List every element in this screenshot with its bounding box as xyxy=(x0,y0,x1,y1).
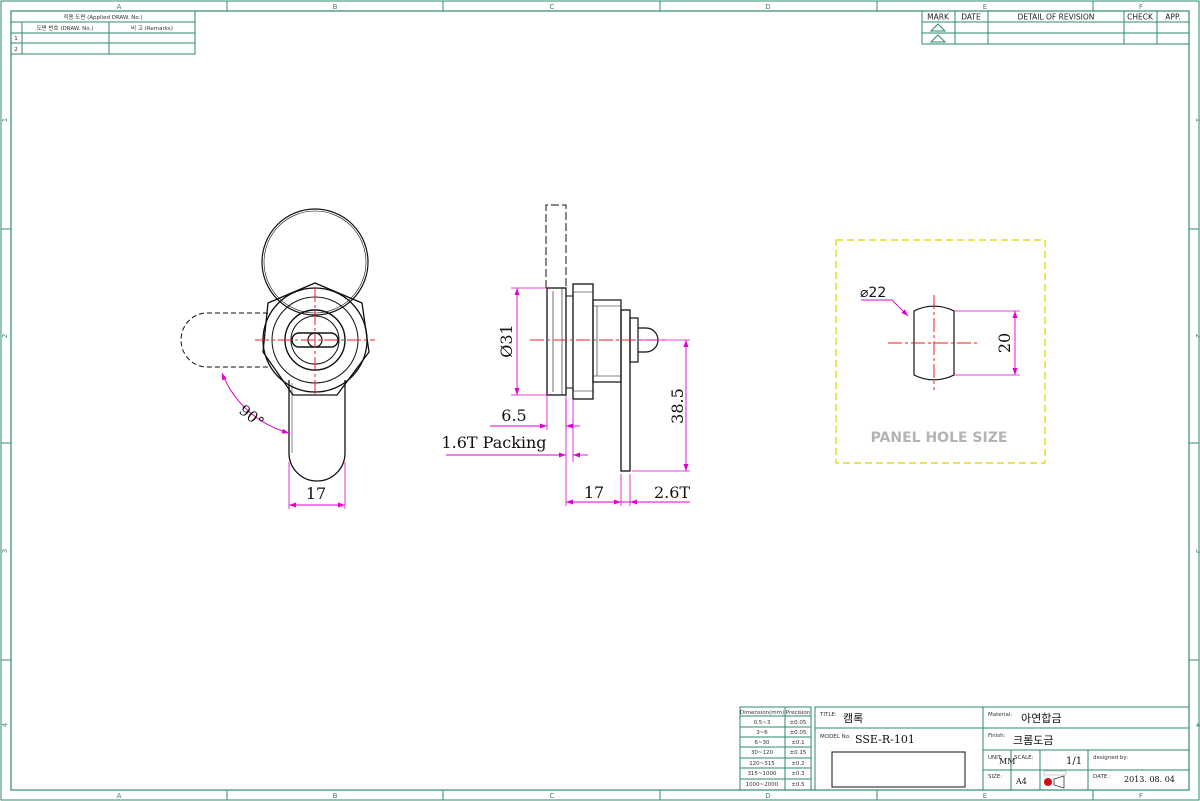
side-nut xyxy=(572,283,594,400)
revision-header-detail: DETAIL OF REVISION xyxy=(1018,13,1095,22)
applied-drawing-table: 적용 도면 (Applied DRAW. No.) 도면 번호 (DRAW. N… xyxy=(10,10,196,55)
zone-row-4-right: 4 xyxy=(1194,723,1200,728)
revision-triangle-icon xyxy=(929,34,947,43)
drawing-frame: A B C D E F A B C D E F 1 2 3 4 1 2 3 4 xyxy=(0,0,1200,801)
revision-header-check: CHECK xyxy=(1127,13,1154,22)
tolerance-range: 30~120 xyxy=(751,750,774,756)
side-view: Ø31 6.5 1.6T Packing 17 2.6T 38.5 xyxy=(441,204,690,506)
tolerance-precision: ±0.3 xyxy=(791,771,805,777)
applied-table-row-2: 2 xyxy=(14,47,18,53)
tolerance-precision: ±0.5 xyxy=(791,782,805,788)
revision-table: MARK DATE DETAIL OF REVISION CHECK APP. xyxy=(921,10,1190,45)
dim-angle: 90° xyxy=(236,401,268,432)
dim-front-width: 17 xyxy=(306,484,326,503)
zone-row-3: 3 xyxy=(1,549,9,553)
dim-packing: 1.6T Packing xyxy=(441,433,546,452)
panel-hole-size-label: PANEL HOLE SIZE xyxy=(871,430,1008,446)
projection-symbol-icon xyxy=(1043,770,1067,789)
side-cam xyxy=(620,309,631,472)
zone-row-4: 4 xyxy=(1,722,9,727)
tolerance-range: 1000~2000 xyxy=(746,782,779,788)
zone-col-f: F xyxy=(1139,3,1143,11)
title-block: TITLE: 캠록 MODEL No. SSE-R-101 Material: … xyxy=(814,706,1190,791)
model-label: MODEL No. xyxy=(820,734,851,740)
revision-triangle-icon xyxy=(929,23,947,32)
designed-by-label: designed by: xyxy=(1093,755,1128,761)
zone-col-d: D xyxy=(765,3,770,11)
tolerance-precision: ±0.05 xyxy=(790,730,807,736)
zone-row-3-right: 3 xyxy=(1194,549,1200,553)
finish-value: 크롬도금 xyxy=(1013,734,1053,747)
material-value: 아연합금 xyxy=(1021,712,1061,725)
applied-table-col-remarks: 비 고 (Remarks) xyxy=(131,24,173,32)
tolerance-range: 6~30 xyxy=(754,740,770,746)
dim-flange: 6.5 xyxy=(501,406,526,425)
model-value: SSE-R-101 xyxy=(855,733,915,746)
drawing-number-box xyxy=(831,751,966,788)
tolerance-precision: ±0.2 xyxy=(791,761,804,767)
zone-col-c-bottom: C xyxy=(550,792,555,800)
tolerance-table: Dimension(mm) Precision 0.5~3 ±0.05 3~6 … xyxy=(739,706,812,791)
tolerance-precision: ±0.15 xyxy=(790,750,807,756)
title-label: TITLE: xyxy=(819,712,837,718)
applied-table-col-drawing-no: 도면 번호 (DRAW. No.) xyxy=(37,24,94,32)
zone-row-2: 2 xyxy=(1,334,9,338)
scale-value: 1/1 xyxy=(1066,756,1082,767)
revision-header-app: APP. xyxy=(1165,13,1180,22)
zone-col-e-bottom: E xyxy=(983,792,987,800)
tolerance-range: 3~6 xyxy=(756,730,768,736)
date-value: 2013. 08. 04 xyxy=(1124,775,1175,784)
phantom-handle-side xyxy=(545,204,567,288)
dim-cam-length: 38.5 xyxy=(668,388,687,424)
tolerance-rows: 0.5~3 ±0.05 3~6 ±0.05 6~30 ±0.1 30~120 ±… xyxy=(746,720,807,788)
tolerance-header-dimension: Dimension(mm) xyxy=(740,710,784,716)
front-view: 90° 17 xyxy=(180,208,375,509)
dim-hole-diameter: ⌀22 xyxy=(860,285,886,301)
zone-col-b-bottom: B xyxy=(333,792,338,800)
zone-col-a-bottom: A xyxy=(117,792,122,800)
tolerance-range: 315~1000 xyxy=(747,771,777,777)
finish-label: Finish: xyxy=(988,733,1006,739)
zone-row-1-right: 1 xyxy=(1194,118,1200,122)
dim-hole-flat: 20 xyxy=(995,333,1014,353)
title-value: 캠록 xyxy=(843,712,863,725)
material-label: Material: xyxy=(988,712,1012,718)
revision-header-mark: MARK xyxy=(927,13,950,22)
applied-table-header: 적용 도면 (Applied DRAW. No.) xyxy=(63,13,142,21)
tolerance-range: 0.5~3 xyxy=(754,720,771,726)
tolerance-range: 120~315 xyxy=(749,761,775,767)
size-label: SIZE: xyxy=(988,774,1002,780)
zone-col-a: A xyxy=(117,3,122,11)
flange xyxy=(546,287,567,396)
zone-col-b: B xyxy=(333,3,338,11)
zone-col-d-bottom: D xyxy=(765,792,770,800)
tolerance-precision: ±0.1 xyxy=(791,740,804,746)
zone-col-e: E xyxy=(983,3,987,11)
tolerance-precision: ±0.05 xyxy=(790,720,807,726)
applied-table-row-1: 1 xyxy=(14,36,18,42)
zone-col-f-bottom: F xyxy=(1139,792,1143,800)
panel-hole-view: ⌀22 20 PANEL HOLE SIZE xyxy=(835,239,1046,464)
zone-row-labels: 1 2 3 4 1 2 3 4 xyxy=(1,118,1200,728)
zone-col-c: C xyxy=(550,3,555,11)
dim-body-length: 17 xyxy=(584,483,604,502)
drawing-sheet: A B C D E F A B C D E F 1 2 3 4 1 2 3 4 xyxy=(0,0,1200,801)
dim-diameter: Ø31 xyxy=(497,324,516,357)
dashed-cam-outline xyxy=(180,312,268,368)
tolerance-header-precision: Precision xyxy=(786,710,811,716)
revision-header-date: DATE xyxy=(961,13,981,22)
date-label: DATE : xyxy=(1093,774,1111,780)
unit-value: MM xyxy=(999,757,1015,766)
packing xyxy=(565,295,574,389)
zone-row-1: 1 xyxy=(1,118,9,122)
size-value: A4 xyxy=(1015,777,1027,786)
dim-cam-thickness: 2.6T xyxy=(654,483,690,502)
zone-row-2-right: 2 xyxy=(1194,334,1200,338)
scale-label: SCALE: xyxy=(1014,755,1034,761)
